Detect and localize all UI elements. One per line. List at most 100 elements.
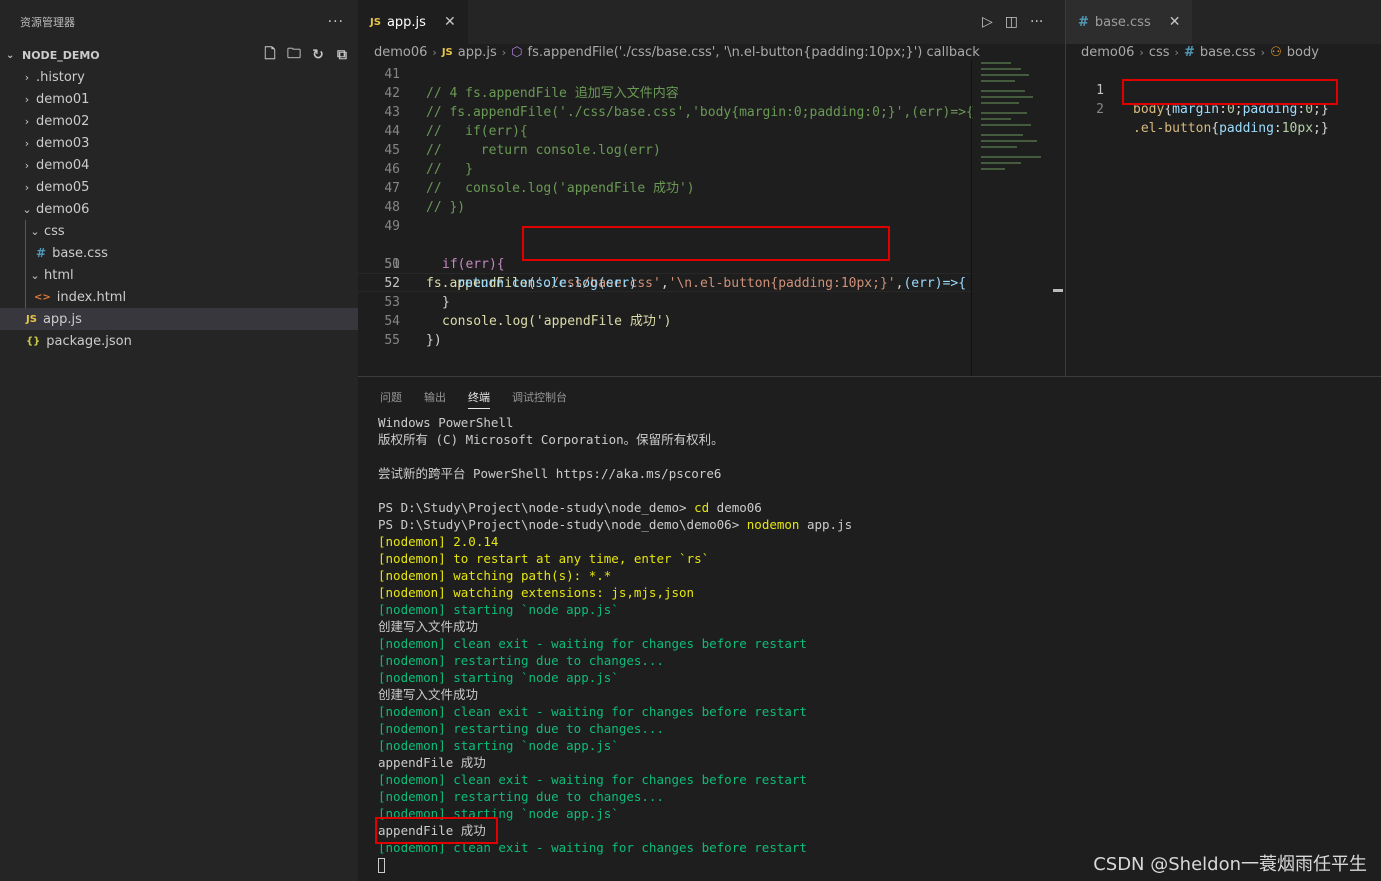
code-text: // } — [426, 162, 473, 177]
code-line: 45 // return console.log(err) — [358, 141, 971, 160]
project-section[interactable]: ⌄ NODE_DEMO 🗋 🗀 ↻ ⧉ — [0, 44, 358, 66]
tree-item-demo03[interactable]: › demo03 — [0, 132, 358, 154]
close-icon[interactable]: ✕ — [444, 14, 456, 30]
code-text: // return console.log(err) — [426, 143, 661, 158]
new-folder-icon[interactable]: 🗀 — [286, 46, 302, 63]
line-number: 47 — [384, 181, 400, 196]
css-file-icon: # — [36, 246, 47, 260]
tab-output[interactable]: 输出 — [424, 385, 446, 409]
code-token: 10px — [1281, 121, 1314, 136]
chevron-right-icon: › — [24, 136, 30, 150]
collapse-all-icon[interactable]: ⧉ — [334, 47, 350, 63]
breadcrumb-folder[interactable]: css — [1149, 45, 1170, 60]
minimap-line — [981, 156, 1041, 158]
scrollbar-marker[interactable] — [1053, 289, 1063, 292]
css-file-icon: # — [1078, 14, 1089, 30]
tree-item-demo01[interactable]: › demo01 — [0, 88, 358, 110]
code-text: // if(err){ — [426, 124, 528, 139]
chevron-down-icon: ⌄ — [6, 49, 15, 61]
line-number: 52 — [384, 276, 400, 291]
tree-item-demo04[interactable]: › demo04 — [0, 154, 358, 176]
js-file-icon: JS — [370, 16, 381, 28]
tab-debug-console[interactable]: 调试控制台 — [512, 385, 567, 409]
minimap-line — [981, 62, 1011, 64]
tab-label: app.js — [386, 14, 426, 30]
breadcrumb-symbol[interactable]: fs.appendFile('./css/base.css', '\n.el-b… — [528, 45, 980, 60]
tab-terminal[interactable]: 终端 — [468, 385, 490, 409]
tree-item-label: demo06 — [36, 201, 90, 217]
tree-item-demo06[interactable]: ⌄ demo06 — [0, 198, 358, 220]
breadcrumb-right: demo06 › css › # base.css › ⚇ body — [1081, 44, 1319, 60]
breadcrumb-file[interactable]: app.js — [458, 45, 497, 60]
tree-item-html[interactable]: ⌄ html — [0, 264, 358, 286]
explorer-sidebar: 资源管理器 ··· ⌄ NODE_DEMO 🗋 🗀 ↻ ⧉ › .history… — [0, 0, 358, 881]
tree-item-demo02[interactable]: › demo02 — [0, 110, 358, 132]
terminal-line: [nodemon] restarting due to changes... — [378, 721, 664, 736]
minimap-line — [981, 80, 1015, 82]
terminal-cursor-line — [378, 856, 852, 873]
breadcrumb-folder[interactable]: demo06 — [374, 45, 427, 60]
code-text: // }) — [426, 200, 466, 215]
tab-problems[interactable]: 问题 — [380, 385, 402, 409]
tree-item-label: app.js — [42, 311, 82, 327]
terminal-line: [nodemon] starting `node app.js` — [378, 602, 619, 617]
minimap[interactable] — [973, 60, 1051, 376]
line-number: 48 — [384, 200, 400, 215]
code-editor-left[interactable]: 41 42 // 4 fs.appendFile 追加写入文件内容 43 // fs… — [358, 65, 974, 350]
more-actions-icon[interactable]: ··· — [1030, 14, 1043, 30]
tab-base-css[interactable]: # base.css ✕ — [1066, 0, 1193, 44]
terminal-command: nodemon — [746, 517, 800, 532]
tree-item-label: demo01 — [36, 91, 90, 107]
tree-item-demo05[interactable]: › demo05 — [0, 176, 358, 198]
terminal-line: [nodemon] restarting due to changes... — [378, 789, 664, 804]
tree-item-label: index.html — [56, 289, 127, 305]
tree-item-history[interactable]: › .history — [0, 66, 358, 88]
tree-item-app-js[interactable]: JS app.js — [0, 308, 358, 330]
line-number: 51 — [384, 257, 400, 272]
split-editor-icon[interactable]: ◫ — [1005, 14, 1018, 30]
selector-symbol-icon: ⚇ — [1270, 44, 1282, 60]
breadcrumb-symbol[interactable]: body — [1287, 45, 1319, 60]
editor-group-divider[interactable] — [1065, 0, 1066, 376]
minimap-line — [981, 112, 1027, 114]
refresh-icon[interactable]: ↻ — [310, 47, 326, 63]
terminal-output[interactable]: Windows PowerShell 版权所有 (C) Microsoft Cor… — [378, 414, 852, 873]
breadcrumb-folder[interactable]: demo06 — [1081, 45, 1134, 60]
css-file-icon: # — [1183, 44, 1195, 60]
run-icon[interactable]: ▷ — [982, 14, 993, 30]
code-text: return console.log(err) — [457, 276, 638, 291]
panel-tabs: 问题 输出 终端 调试控制台 — [380, 385, 567, 409]
new-file-icon[interactable]: 🗋 — [262, 46, 278, 63]
terminal-prompt: PS D:\Study\Project\node-study\node_demo… — [378, 517, 747, 532]
code-line: 48 // }) — [358, 198, 971, 217]
terminal-line: Windows PowerShell — [378, 415, 514, 430]
line-number: 43 — [384, 105, 400, 120]
tab-app-js[interactable]: JS app.js ✕ — [358, 0, 468, 44]
line-number: 46 — [384, 162, 400, 177]
terminal-line: PS D:\Study\Project\node-study\node_demo… — [378, 516, 852, 533]
more-actions-icon[interactable]: ··· — [328, 14, 344, 30]
line-number: 45 — [384, 143, 400, 158]
editor-actions: ▷ ◫ ··· — [982, 0, 1043, 44]
bottom-panel: 问题 输出 终端 调试控制台 Windows PowerShell 版权所有 (C… — [358, 376, 1381, 881]
terminal-cursor — [378, 858, 385, 873]
indent-guide — [25, 220, 26, 242]
terminal-args: app.js — [799, 517, 853, 532]
highlight-box-terminal — [375, 817, 498, 844]
chevron-right-icon: › — [24, 70, 30, 84]
terminal-line: [nodemon] watching path(s): *.* — [378, 568, 612, 583]
terminal-line: 创建写入文件成功 — [378, 687, 479, 702]
tree-item-base-css[interactable]: # base.css — [0, 242, 358, 264]
breadcrumb-file[interactable]: base.css — [1200, 45, 1256, 60]
indent-guide — [25, 264, 26, 286]
close-icon[interactable]: ✕ — [1169, 14, 1181, 30]
terminal-line: appendFile 成功 — [378, 755, 486, 770]
code-text: if(err){ — [442, 257, 505, 272]
tree-item-package-json[interactable]: {} package.json — [0, 330, 358, 352]
terminal-line: [nodemon] restarting due to changes... — [378, 653, 664, 668]
code-token: ;} — [1313, 121, 1329, 136]
tree-item-index-html[interactable]: <> index.html — [0, 286, 358, 308]
minimap-line — [981, 102, 1019, 104]
tree-item-css[interactable]: ⌄ css — [0, 220, 358, 242]
